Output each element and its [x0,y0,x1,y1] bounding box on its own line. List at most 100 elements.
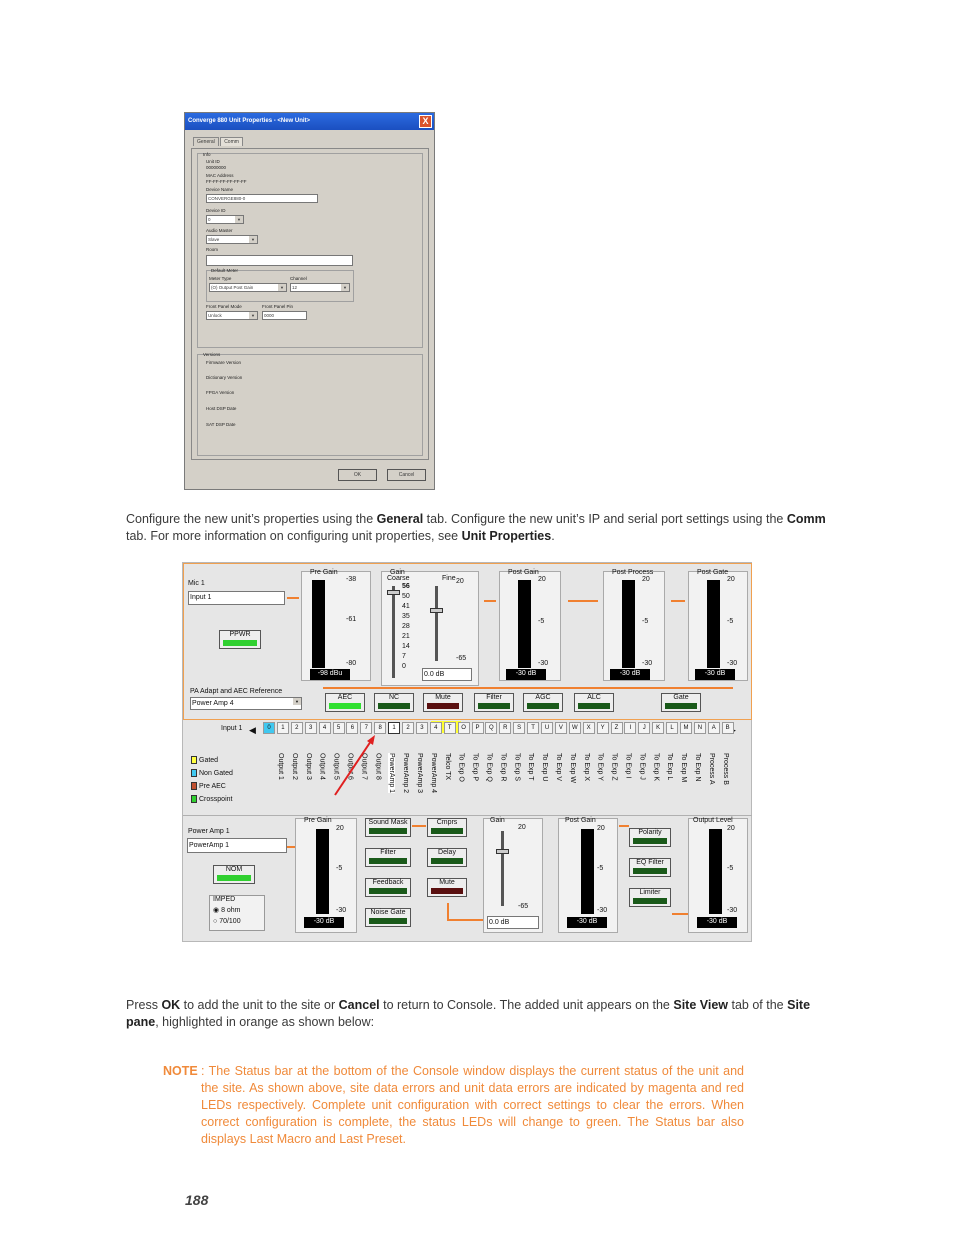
crosspoint-cell[interactable]: Y [596,722,609,734]
output-label: Process A [707,753,715,785]
fine-tick-bot: -65 [456,655,467,662]
cmprs-button[interactable]: Cmprs [427,818,467,837]
crosspoint-cell[interactable]: U [541,722,553,734]
cancel-button[interactable]: Cancel [387,469,426,481]
crosspoint-cell[interactable]: 3 [415,722,428,734]
amp-filter-led [369,858,407,864]
crosspoint-cell[interactable]: Z [610,722,623,734]
aec-button[interactable]: AEC [325,693,365,712]
amp-filter-label: Filter [380,849,396,856]
amp-input-field[interactable]: PowerAmp 1 [187,838,287,853]
nc-button[interactable]: NC [374,693,414,712]
ppwr-button[interactable]: PPWR [219,630,261,649]
close-icon[interactable]: X [419,115,432,128]
filter-button[interactable]: Filter [474,693,514,712]
tab-general[interactable]: General [193,137,219,146]
coarse-thumb[interactable] [387,590,400,595]
audio-master-select[interactable]: Slave [206,235,258,244]
fine-thumb[interactable] [430,608,443,613]
post-process-value: -30 dB [610,669,650,680]
crosspoint-cell[interactable]: 4 [429,722,442,734]
crosspoint-cell[interactable]: V [554,722,567,734]
crosspoint-cell[interactable]: T [527,722,540,734]
delay-button[interactable]: Delay [427,848,467,867]
p1-text-3: tab. For more information on configuring… [126,529,462,543]
crosspoint-cell[interactable]: T [443,722,456,734]
meter-type-label: Meter Type [209,276,232,281]
post-process-meter: Post Process 20 -5 -30 -30 dB [603,569,665,681]
crosspoint-cell[interactable]: 1 [388,722,401,734]
ok-button[interactable]: OK [338,469,377,481]
amp-pre-gain-value: -30 dB [304,917,344,928]
fine-gain-input[interactable]: 0.0 dB [422,668,472,681]
agc-button[interactable]: AGC [523,693,563,712]
front-panel-pin-field[interactable]: 0000 [262,311,307,320]
crosspoint-cell[interactable]: M [680,722,692,734]
gate-button[interactable]: Gate [661,693,701,712]
crosspoint-cell[interactable]: P [471,722,484,734]
dialog-title: Converge 880 Unit Properties - <New Unit… [188,118,311,124]
amp-gain-control: Gain 20 -65 0.0 dB [483,817,543,933]
polarity-button[interactable]: Polarity [629,828,671,847]
scroll-left-icon[interactable]: ◀ [249,725,256,736]
fine-track[interactable] [435,586,438,661]
mic-input-field[interactable]: Input 1 [188,591,285,605]
crosspoint-cell[interactable]: B [721,722,734,734]
crosspoint-cell[interactable]: Q [485,722,498,734]
limiter-button[interactable]: Limiter [629,888,671,907]
crosspoint-cell[interactable]: 2 [290,722,303,734]
unit-properties-link[interactable]: Unit Properties [462,529,552,543]
post-gain-meter: Post Gain 20 -5 -30 -30 dB [499,569,561,681]
nom-button[interactable]: NOM [213,865,255,884]
amp-filter-button[interactable]: Filter [365,848,411,867]
alc-button[interactable]: ALC [574,693,614,712]
crosspoint-cell[interactable]: 1 [276,722,289,734]
amp-gain-thumb[interactable] [496,849,509,854]
crosspoint-cell[interactable]: K [652,722,665,734]
pa-adapt-select[interactable]: Power Amp 4 [190,697,302,710]
output-label: Output 2 [290,753,298,780]
ohm8-radio[interactable]: ◉ 8 ohm [213,906,241,914]
channel-select[interactable]: 12 [290,283,350,292]
ohm70-radio[interactable]: ○ 70/100 [213,918,241,925]
amp-gain-input[interactable]: 0.0 dB [487,916,539,929]
tab-comm[interactable]: Comm [220,137,243,146]
noise-gate-button[interactable]: Noise Gate [365,908,411,927]
amp-gain-label: Gain [490,817,505,824]
sound-mask-button[interactable]: Sound Mask [365,818,411,837]
device-id-select[interactable]: 0 [206,215,244,224]
crosspoint-cell[interactable]: R [499,722,512,734]
front-panel-mode-select[interactable]: Unlock [206,311,258,320]
crosspoint-cell[interactable]: 2 [402,722,414,734]
mute-button[interactable]: Mute [423,693,463,712]
coarse-track[interactable] [392,586,395,678]
crosspoint-cell[interactable]: I [624,722,637,734]
crosspoint-cell[interactable]: L [666,722,679,734]
crosspoint-cell[interactable]: X [582,722,595,734]
amp-pre-gain-bar [316,829,329,914]
crosspoint-cell[interactable]: W [568,722,581,734]
amp-gain-track[interactable] [501,831,504,906]
input-row-label: Input 1 [221,725,243,732]
crosspoint-cell[interactable]: S [513,722,526,734]
arrow-soundmask-cmprs [412,825,426,827]
crosspoint-cell[interactable]: O [457,722,470,734]
post-gain-value: -30 dB [506,669,546,680]
crosspoint-cell[interactable]: N [693,722,706,734]
eq-filter-button[interactable]: EQ Filter [629,858,671,877]
gated-swatch [191,756,197,765]
crosspoint-swatch [191,795,197,804]
amp-post-gain-value: -30 dB [567,917,607,928]
room-field[interactable] [206,255,353,266]
crosspoint-cell[interactable]: J [638,722,651,734]
output-label: To Exp P [471,753,479,782]
device-name-field[interactable]: CONVERGE880-0 [206,194,318,203]
crosspoint-cell[interactable]: 0 [263,722,275,734]
feedback-button[interactable]: Feedback [365,878,411,897]
crosspoint-cell[interactable]: 3 [304,722,317,734]
page-number: 188 [185,1192,209,1208]
crosspoint-cell[interactable]: A [707,722,720,734]
amp-mute-button[interactable]: Mute [427,878,467,897]
crosspoint-cell[interactable]: 4 [318,722,331,734]
meter-type-select[interactable]: (O) Output Post Gain [209,283,287,292]
